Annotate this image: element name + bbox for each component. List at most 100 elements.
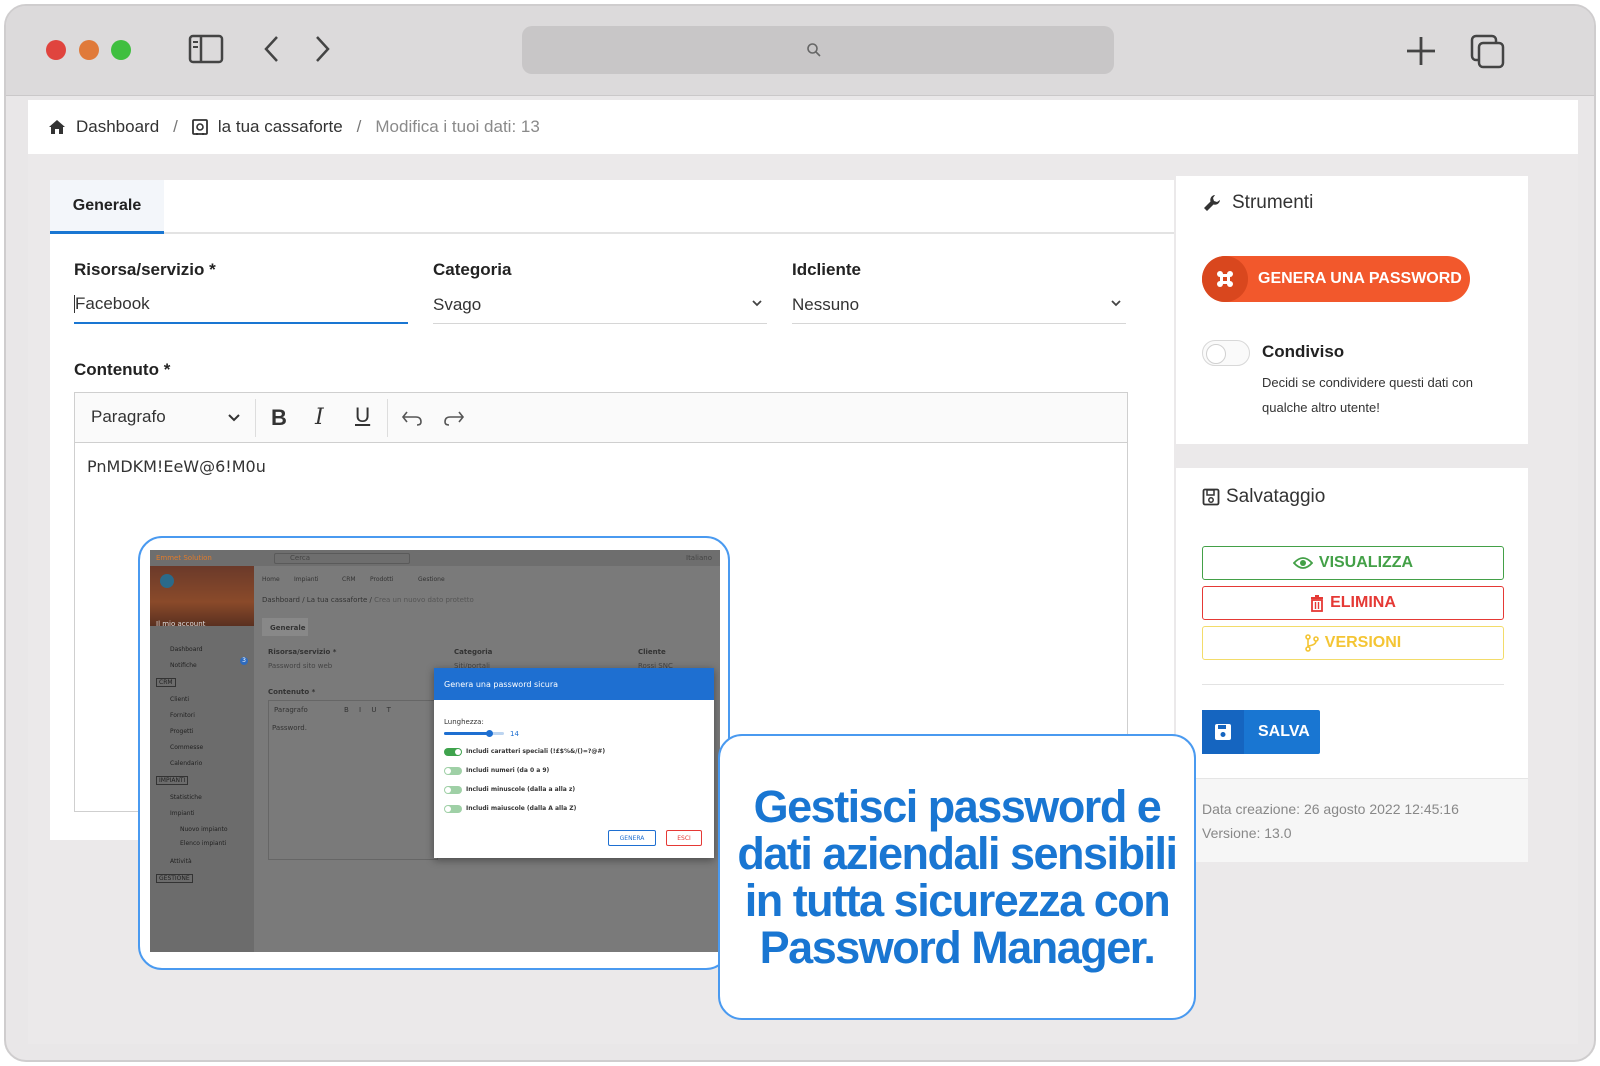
inset-field-value: Password sito web — [268, 662, 333, 670]
shared-description-line: Decidi se condividere questi dati con — [1262, 375, 1474, 390]
italic-icon[interactable]: I — [315, 405, 324, 430]
inset-sidebar-item[interactable]: Statistiche — [170, 794, 202, 801]
inset-option-toggle[interactable] — [444, 748, 462, 756]
inset-dialog-title: Genera una password sicura — [444, 680, 559, 689]
browser-titlebar — [6, 6, 1594, 96]
inset-sidebar-item[interactable]: IMPIANTI — [156, 776, 189, 785]
inset-sidebar-item[interactable]: Calendario — [170, 760, 202, 767]
inset-sidebar-item[interactable]: GESTIONE — [156, 874, 193, 883]
inset-length-slider[interactable] — [444, 730, 504, 737]
generate-icon — [1202, 256, 1248, 302]
breadcrumb-current: Modifica i tuoi dati: 13 — [375, 117, 540, 136]
safe-icon — [192, 119, 208, 135]
redo-icon[interactable] — [443, 409, 465, 427]
maximize-window-button[interactable] — [111, 40, 131, 60]
inset-sidebar-item[interactable]: Attività — [170, 858, 192, 865]
inset-option-label: Includi maiuscole (dalla A alla Z) — [466, 805, 577, 812]
new-tab-icon[interactable] — [1404, 34, 1438, 68]
inset-sidebar-item[interactable]: Dashboard — [170, 646, 203, 653]
inset-breadcrumb: Dashboard / La tua cassaforte / Crea un … — [262, 596, 474, 604]
shared-label: Condiviso — [1262, 342, 1345, 361]
breadcrumb-dashboard[interactable]: Dashboard — [76, 117, 159, 137]
inset-generate-button[interactable]: GENERA — [608, 830, 656, 846]
inset-sidebar-item[interactable]: Commesse — [170, 744, 203, 751]
inset-exit-label: ESCI — [677, 834, 691, 842]
inset-sidebar-item[interactable]: CRM — [156, 678, 176, 687]
inset-language: Italiano — [686, 554, 712, 562]
inset-breadcrumb-item: Dashboard — [262, 596, 300, 604]
inset-length-value: 14 — [510, 730, 519, 738]
minimize-window-button[interactable] — [79, 40, 99, 60]
inset-top-nav-item[interactable]: Gestione — [418, 576, 445, 583]
view-button[interactable]: VISUALIZZA — [1202, 546, 1504, 580]
save-title-text: Salvataggio — [1226, 486, 1326, 507]
categoria-value: Svago — [433, 294, 482, 314]
undo-icon[interactable] — [401, 409, 423, 427]
inset-breadcrumb-item: Crea un nuovo dato protetto — [374, 596, 474, 604]
editor-content[interactable]: PnMDKM!EeW@6!M0u — [87, 457, 266, 476]
delete-button[interactable]: ELIMINA — [1202, 586, 1504, 620]
shared-description-line: qualche altro utente! — [1262, 400, 1380, 415]
inset-sidebar-item[interactable]: Elenco impianti — [180, 840, 226, 847]
back-icon[interactable] — [262, 34, 282, 64]
tab-generale[interactable]: Generale — [50, 180, 164, 234]
sidebar-toggle-icon[interactable] — [188, 34, 224, 64]
generate-password-button[interactable]: GENERA UNA PASSWORD — [1202, 256, 1470, 302]
version-info: Versione: 13.0 — [1202, 825, 1292, 841]
breadcrumb-safe[interactable]: la tua cassaforte — [218, 117, 343, 137]
inset-option-label: Includi caratteri speciali (!£$%&/()=?@#… — [466, 748, 606, 755]
underline-icon[interactable]: U — [355, 404, 370, 428]
inset-sidebar-item[interactable]: Clienti — [170, 696, 189, 703]
inset-option-toggle[interactable] — [444, 805, 462, 813]
inset-editor-toolbar: B I U T — [344, 706, 395, 714]
inset-top-nav-item[interactable]: CRM — [342, 576, 356, 583]
inset-sidebar-item[interactable]: Nuovo impianto — [180, 826, 228, 833]
shared-toggle[interactable] — [1202, 340, 1250, 366]
chevron-down-icon — [228, 414, 240, 422]
inset-tab: Generale — [270, 624, 306, 632]
categoria-label: Categoria — [433, 260, 512, 279]
inset-editor-format: Paragrafo — [274, 706, 308, 714]
address-bar[interactable] — [522, 26, 1114, 74]
inset-screenshot-image: Emmet Solution Cerca Italiano Il mio acc… — [150, 550, 720, 952]
categoria-select[interactable]: Svago — [433, 286, 767, 324]
inset-breadcrumb-item: La tua cassaforte — [306, 596, 368, 604]
inset-top-nav-item[interactable]: Impianti — [294, 576, 319, 583]
inset-top-nav-item[interactable]: Prodotti — [370, 576, 393, 583]
inset-option-toggle[interactable] — [444, 786, 462, 794]
versions-button[interactable]: VERSIONI — [1202, 626, 1504, 660]
close-window-button[interactable] — [46, 40, 66, 60]
inset-sidebar-item[interactable]: Notifiche — [170, 662, 197, 669]
risorsa-input[interactable]: Facebook — [74, 286, 408, 324]
tab-bar: Generale — [50, 180, 1174, 234]
inset-sidebar-item[interactable]: Progetti — [170, 728, 193, 735]
inset-top-nav-item[interactable]: Home — [262, 576, 280, 583]
format-select[interactable]: Paragrafo — [91, 407, 166, 427]
save-meta: Data creazione: 26 agosto 2022 12:45:16 … — [1176, 778, 1528, 862]
forward-icon[interactable] — [312, 34, 332, 64]
browser-window: Dashboard / la tua cassaforte / Modifica… — [4, 4, 1596, 1062]
risorsa-value: Facebook — [75, 294, 150, 313]
inset-exit-button[interactable]: ESCI — [666, 830, 702, 846]
trash-icon — [1311, 594, 1324, 612]
inset-field-label: Categoria — [454, 648, 493, 656]
idcliente-select[interactable]: Nessuno — [792, 286, 1126, 324]
inset-option-toggle[interactable] — [444, 767, 462, 775]
inset-option-label: Includi numeri (da 0 a 9) — [466, 767, 550, 774]
inset-dialog-length-label: Lunghezza: — [444, 718, 484, 726]
shared-description: Decidi se condividere questi dati con qu… — [1262, 370, 1473, 420]
inset-sidebar-item[interactable]: Fornitori — [170, 712, 195, 719]
inset-field-label: Contenuto * — [268, 688, 316, 696]
floppy-icon — [1202, 710, 1244, 754]
branch-icon — [1304, 634, 1319, 652]
save-label: SALVA — [1258, 723, 1310, 740]
tabs-overview-icon[interactable] — [1470, 34, 1506, 70]
save-button[interactable]: SALVA — [1202, 710, 1320, 754]
tools-card: Strumenti GENERA UNA PASSWORD Condiviso … — [1176, 176, 1528, 444]
wrench-icon — [1204, 195, 1220, 211]
inset-generate-label: GENERA — [619, 834, 645, 842]
inset-sidebar-item[interactable]: Impianti — [170, 810, 195, 817]
chevron-down-icon — [1111, 300, 1121, 307]
tools-title-text: Strumenti — [1232, 192, 1314, 213]
bold-icon[interactable]: B — [271, 405, 287, 431]
